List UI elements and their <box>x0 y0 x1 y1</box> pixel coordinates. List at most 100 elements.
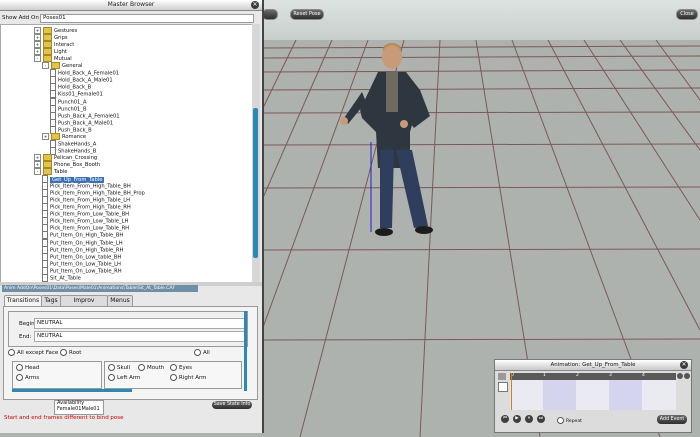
radio-icon <box>8 349 15 356</box>
toolbar-button[interactable] <box>262 9 278 20</box>
tree-item[interactable]: + Grips <box>34 34 68 42</box>
option-eyes[interactable]: Eyes <box>170 364 192 371</box>
tree-item[interactable]: Push_Back_A_Male01 <box>50 118 113 127</box>
tree-item[interactable]: Put_Item_On_Low_Table_LH <box>42 259 121 268</box>
folder-icon <box>43 153 52 161</box>
folder-icon <box>43 34 52 42</box>
expand-toggle-icon[interactable]: + <box>34 34 41 42</box>
expand-toggle-icon[interactable]: - <box>34 168 41 175</box>
master-browser-panel: Master Browser ✕ Show Add On Poses01 + Ge… <box>0 0 264 433</box>
tree-item[interactable]: Pick_Item_From_High_Table_RH <box>42 203 131 212</box>
tree-item[interactable]: Put_Item_On_High_Table_RH <box>42 245 123 254</box>
option-all-except-face[interactable]: All except Face <box>8 349 58 356</box>
expand-toggle-icon[interactable]: - <box>34 55 41 63</box>
timeline-ruler[interactable]: 0 1 2 3 4 <box>510 373 676 380</box>
timeline-band <box>543 380 576 410</box>
expand-toggle-icon[interactable]: + <box>42 132 49 140</box>
option-label: Arms <box>25 375 40 381</box>
option-label: Head <box>25 365 40 371</box>
end-field[interactable]: NEUTRAL <box>34 331 246 342</box>
option-left-arm[interactable]: Left Arm <box>108 374 140 381</box>
close-viewport-button[interactable]: Close <box>676 9 698 20</box>
expand-toggle-icon[interactable]: + <box>34 27 41 34</box>
folder-icon <box>51 62 60 70</box>
asset-tree[interactable]: + Gestures + Grips + Interact + Light - Mutual - Ge… <box>0 24 254 284</box>
timeline-track-icon[interactable] <box>498 382 508 392</box>
tree-scrollbar[interactable] <box>252 24 260 282</box>
tree-item[interactable]: Pick_Item_From_Low_Table_BH <box>42 210 129 219</box>
expand-toggle-icon[interactable]: + <box>34 41 41 49</box>
option-root[interactable]: Root <box>60 349 81 356</box>
option-all[interactable]: All <box>194 349 210 356</box>
tree-item[interactable]: Get_Up_From_Table <box>42 175 105 184</box>
close-icon[interactable]: ✕ <box>251 1 259 9</box>
tree-item[interactable]: Punch01_B <box>50 104 87 113</box>
tab-improv-weights[interactable]: Improv Weights <box>60 295 108 314</box>
tree-item[interactable]: Pick_Item_From_Low_Table_RH <box>42 224 129 233</box>
tree-item[interactable]: Hold_Back_A_Female01 <box>50 69 119 78</box>
tree-item[interactable]: Put_Item_On_High_Table_LH <box>42 238 123 247</box>
scrollbar-thumb[interactable] <box>253 108 258 258</box>
expand-toggle-icon[interactable]: + <box>34 153 41 161</box>
reset-pose-button[interactable]: Reset Pose <box>290 9 324 20</box>
tick-label: 2 <box>576 373 579 378</box>
tree-item[interactable]: - General <box>42 62 82 70</box>
tree-item[interactable]: + Gestures <box>34 27 77 34</box>
tab-transitions[interactable]: Transitions <box>4 295 42 306</box>
tree-item[interactable]: Hold_Back_A_Male01 <box>50 76 113 85</box>
tree-item[interactable]: Put_Item_On_Low_Table_RH <box>42 266 122 275</box>
begin-field[interactable]: NEUTRAL <box>34 318 246 329</box>
option-arms[interactable]: Arms <box>16 374 39 381</box>
folder-icon <box>43 41 52 49</box>
tree-item[interactable]: Pick_Item_From_Low_Table_LH <box>42 217 128 226</box>
tree-item[interactable]: + Light <box>34 48 67 56</box>
show-addon-select[interactable]: Poses01 <box>40 14 254 23</box>
expand-toggle-icon[interactable]: - <box>42 62 49 70</box>
option-right-arm[interactable]: Right Arm <box>170 374 207 381</box>
zoom-in-icon[interactable] <box>677 373 683 379</box>
play-icon[interactable]: ▶ <box>513 415 521 423</box>
zoom-out-icon[interactable] <box>684 373 690 379</box>
tab-menus[interactable]: Menus <box>107 295 133 306</box>
close-icon[interactable]: ✕ <box>680 361 688 369</box>
tree-item[interactable]: Pick_Item_From_High_Table_LH <box>42 196 130 205</box>
playhead[interactable] <box>511 373 512 410</box>
tab-tags[interactable]: Tags <box>41 295 61 306</box>
rewind-icon[interactable]: ⏮ <box>501 415 509 423</box>
tree-item[interactable]: - Table <box>34 168 67 175</box>
tree-item[interactable]: + Interact <box>34 41 74 49</box>
tree-item[interactable]: + Phone_Box_Booth <box>34 160 100 168</box>
fast-forward-icon[interactable]: ⏭ <box>537 415 545 423</box>
tree-item[interactable]: ShakeHands_A <box>50 139 96 148</box>
tree-item[interactable]: + Pelican_Crossing <box>34 153 97 161</box>
body-scrollbar[interactable] <box>244 311 247 391</box>
timeline-corner-icon[interactable] <box>498 373 506 380</box>
body-hscrollbar[interactable] <box>12 389 132 392</box>
expand-toggle-icon[interactable]: + <box>34 160 41 168</box>
tree-item[interactable]: Kiss01_Female01 <box>50 90 103 99</box>
expand-toggle-icon[interactable]: + <box>34 48 41 56</box>
timeline-track[interactable] <box>510 380 676 410</box>
option-label: Mouth <box>147 365 165 371</box>
pause-icon[interactable]: ⏸ <box>525 415 533 423</box>
option-head[interactable]: Head <box>16 364 39 371</box>
tree-item[interactable]: Put_Item_On_Low_table_BH <box>42 252 121 261</box>
tree-item[interactable]: + Romance <box>42 132 86 140</box>
tree-item[interactable]: Push_Back_B <box>50 125 92 134</box>
tree-item[interactable]: Sit_At_Table <box>42 273 81 282</box>
option-skull[interactable]: Skull <box>108 364 130 371</box>
radio-icon <box>16 374 23 381</box>
tree-item[interactable]: Hold_Back_B <box>50 83 91 92</box>
tree-item[interactable]: Punch01_A <box>50 97 87 106</box>
availability-box: Availability Female01Male01 <box>54 400 104 415</box>
tree-item[interactable]: - Mutual <box>34 55 72 63</box>
tree-item[interactable]: Push_Back_A_Female01 <box>50 111 120 120</box>
repeat-checkbox[interactable]: Repeat <box>557 417 582 424</box>
tree-item[interactable]: ShakeHands_B <box>50 146 96 155</box>
tree-item[interactable]: Pick_Item_From_High_Table_BH <box>42 182 131 191</box>
tree-item[interactable]: Put_Item_On_High_Table_BH <box>42 231 123 240</box>
add-event-button[interactable]: Add Event <box>657 415 687 424</box>
option-mouth[interactable]: Mouth <box>138 364 164 371</box>
tree-item[interactable]: Pick_Item_From_High_Table_BH_Prop <box>42 189 145 198</box>
save-state-info-button[interactable]: Save State Info <box>212 401 252 409</box>
